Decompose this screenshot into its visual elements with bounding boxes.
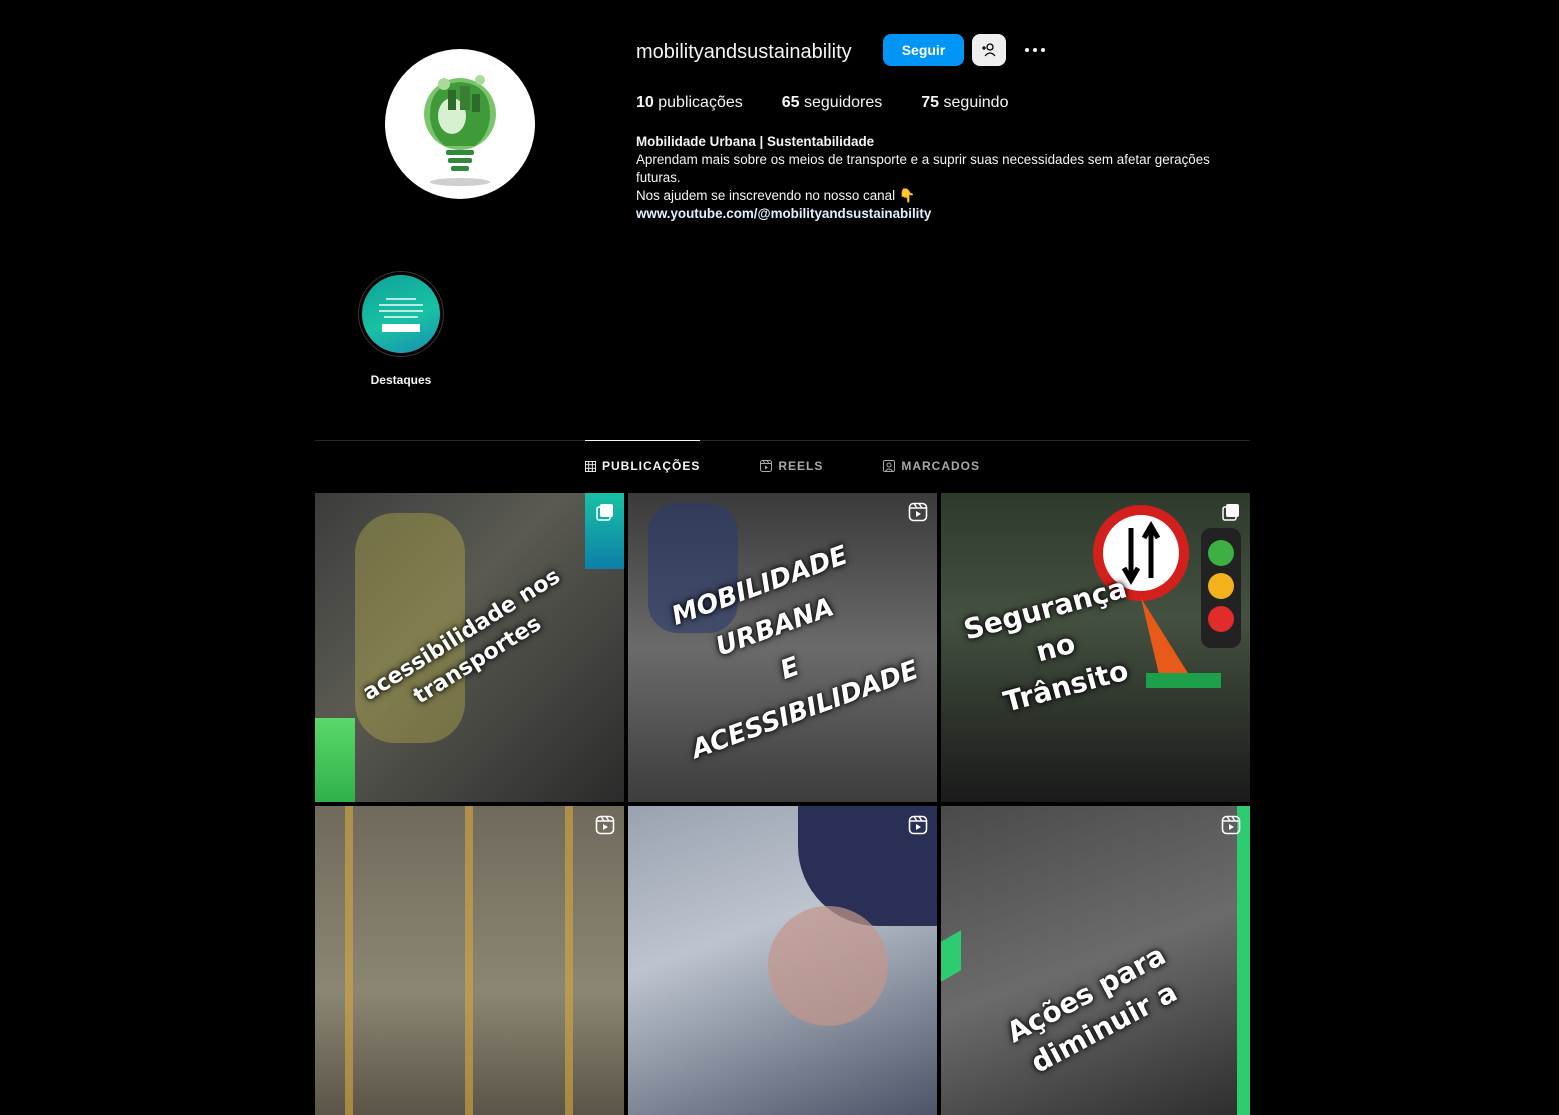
following-label: seguindo [943,94,1009,111]
highlight-ring [358,271,444,357]
highlight-cover-line [386,298,416,300]
highlight-cover-button [382,324,420,332]
bio-line-1: Aprendam mais sobre os meios de transpor… [636,152,1210,185]
bio-line-2: Nos ajudem se inscrevendo no nosso canal… [636,188,916,203]
profile-tabs: PUBLICAÇÕES REELS MARCADOS [315,440,1250,492]
profile-bio: Mobilidade Urbana | Sustentabilidade Apr… [636,133,1236,223]
post-figure [768,906,888,1026]
following-count: 75 [921,94,940,111]
tab-publicacoes-label: PUBLICAÇÕES [601,459,701,473]
profile-full-name: Mobilidade Urbana | Sustentabilidade [636,134,875,149]
tagged-icon [883,460,896,472]
reel-icon [1221,815,1241,835]
post-accent [315,718,355,802]
post-caption: Segurança no Trânsito [959,568,1152,727]
follow-button[interactable]: Seguir [883,34,964,66]
more-options-button[interactable] [1021,38,1049,62]
tab-publicacoes[interactable]: PUBLICAÇÕES [584,440,701,492]
tab-reels[interactable]: REELS [760,440,823,492]
post-tile[interactable]: acessibilidade nos transportes [315,493,624,802]
highlight-cover-line [379,310,423,312]
highlight-cover-line [379,304,423,306]
profile-avatar[interactable] [385,49,535,199]
bio-link[interactable]: www.youtube.com/@mobilityandsustainabili… [636,205,1236,223]
post-tile[interactable]: MOBILIDADE URBANA E ACESSIBILIDADE [628,493,937,802]
reel-icon [908,815,928,835]
highlight-cover [362,275,440,353]
ellipsis-icon [1025,48,1029,52]
grid-icon [584,460,596,472]
tab-marcados-label: MARCADOS [901,459,981,473]
highlight-cover-line [384,316,418,318]
reels-icon [760,460,773,472]
lightbulb-city-logo [424,75,496,186]
profile-username: mobilityandsustainability [636,41,852,63]
post-accent [941,930,961,982]
post-caption: Ações para diminuir a [1001,936,1191,1085]
post-tile[interactable]: Segurança no Trânsito [941,493,1250,802]
ellipsis-icon [1041,48,1045,52]
followers-stat[interactable]: 65 seguidores [782,94,883,112]
followers-label: seguidores [804,94,883,111]
tab-reels-label: REELS [778,459,824,473]
tab-marcados[interactable]: MARCADOS [883,440,980,492]
suggest-accounts-button[interactable] [972,34,1006,66]
ellipsis-icon [1033,48,1037,52]
reel-icon [595,815,615,835]
carousel-icon [596,504,613,521]
reel-icon [908,502,928,522]
highlight-label: Destaques [370,373,432,387]
posts-count: 10 [636,94,654,111]
following-stat[interactable]: 75 seguindo [921,94,1008,112]
followers-count: 65 [781,94,800,111]
carousel-icon [1222,504,1239,521]
posts-label: publicações [658,94,743,111]
add-person-icon [982,43,996,57]
highlight-item[interactable]: Destaques [357,271,445,387]
profile-stats: 10 publicações 65 seguidores 75 seguindo [636,94,1008,112]
posts-stat: 10 publicações [636,94,743,112]
